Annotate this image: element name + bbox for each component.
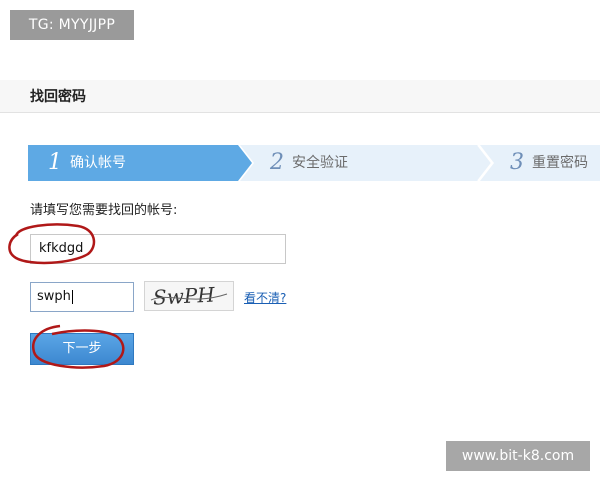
step-1-label: 确认帐号 xyxy=(70,155,126,171)
text-caret xyxy=(71,289,73,304)
step-2-label: 安全验证 xyxy=(292,155,348,171)
step-1: 1 确认帐号 xyxy=(48,145,126,181)
account-input-value: kfkdgd xyxy=(39,241,84,256)
step-3-label: 重置密码 xyxy=(532,155,588,171)
account-prompt: 请填写您需要找回的帐号: xyxy=(30,203,178,218)
step-2: 2 安全验证 xyxy=(270,145,348,181)
watermark-label-top: TG: MYYJJPP xyxy=(10,10,134,40)
captcha-text: SwPH xyxy=(152,282,215,309)
step-1-number: 1 xyxy=(48,150,62,175)
next-button[interactable]: 下一步 xyxy=(30,333,134,365)
captcha-input-value: swph xyxy=(37,289,71,304)
captcha-input[interactable]: swph xyxy=(30,282,134,312)
watermark-label-bottom: www.bit-k8.com xyxy=(446,441,590,471)
title-bar: 找回密码 xyxy=(0,80,600,113)
step-2-number: 2 xyxy=(270,150,284,175)
account-input[interactable]: kfkdgd xyxy=(30,234,286,264)
step-3: 3 重置密码 xyxy=(510,145,588,181)
step-progress-bar: 1 确认帐号 2 安全验证 3 重置密码 xyxy=(28,145,600,181)
page: TG: MYYJJPP 找回密码 1 确认帐号 2 安全验证 3 重置密码 请填… xyxy=(0,0,600,480)
captcha-image[interactable]: SwPH xyxy=(144,281,234,311)
captcha-drawing: SwPH xyxy=(150,282,228,310)
page-title: 找回密码 xyxy=(30,89,86,105)
refresh-captcha-link[interactable]: 看不清? xyxy=(244,289,286,306)
step-3-number: 3 xyxy=(510,150,524,175)
